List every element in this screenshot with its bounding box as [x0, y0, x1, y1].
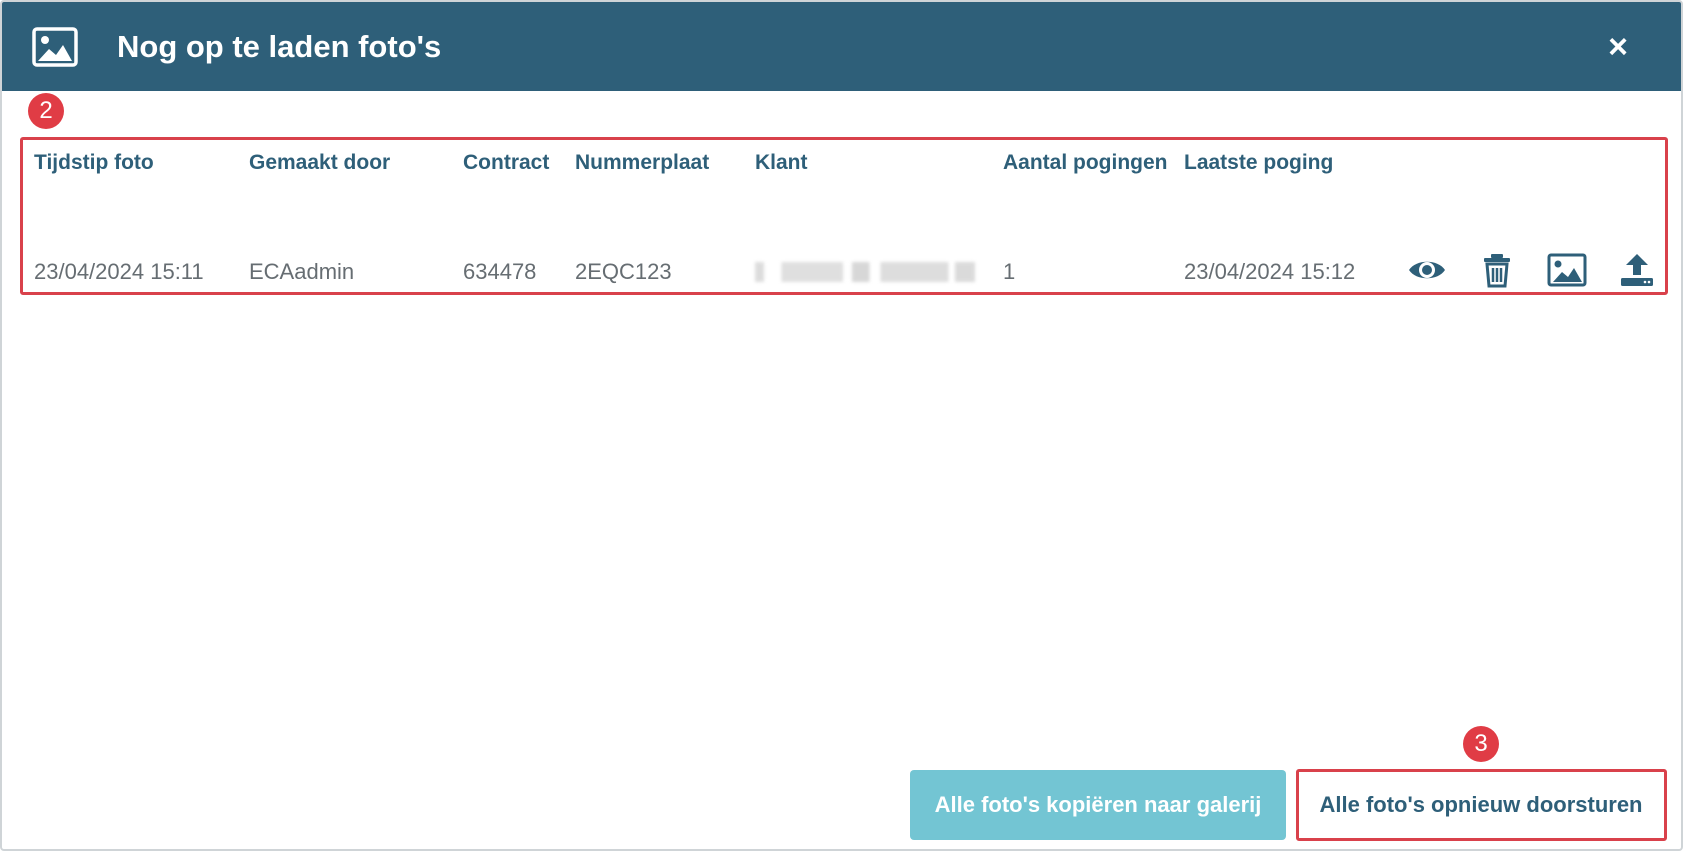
cell-klant-redacted	[755, 262, 975, 282]
column-header-tijdstip: Tijdstip foto	[34, 151, 154, 174]
copy-to-gallery-button[interactable]: Alle foto's kopiëren naar galerij	[910, 770, 1286, 840]
cell-aantal-pogingen: 1	[1003, 259, 1016, 284]
column-header-aantal-pogingen: Aantal pogingen	[1003, 151, 1168, 174]
column-header-klant: Klant	[755, 151, 808, 174]
dialog-header: Nog op te laden foto's ×	[2, 2, 1681, 91]
column-header-nummerplaat: Nummerplaat	[575, 151, 710, 174]
column-header-gemaakt-door: Gemaakt door	[249, 151, 391, 174]
resend-all-button[interactable]: Alle foto's opnieuw doorsturen	[1300, 773, 1662, 837]
column-header-contract: Contract	[463, 151, 550, 174]
cell-tijdstip: 23/04/2024 15:11	[34, 259, 204, 284]
annotation-badge-table: 2	[28, 93, 64, 129]
eye-icon[interactable]	[1407, 252, 1447, 288]
image-icon	[32, 27, 78, 67]
cell-laatste-poging: 23/04/2024 15:12	[1184, 259, 1356, 284]
column-header-laatste-poging: Laatste poging	[1184, 151, 1334, 174]
dialog-title: Nog op te laden foto's	[117, 29, 442, 64]
cell-contract: 634478	[463, 259, 537, 284]
upload-queue-dialog: Nog op te laden foto's × 2 Tijdstip foto…	[0, 0, 1683, 851]
annotation-badge-footer: 3	[1463, 726, 1499, 762]
cell-nummerplaat: 2EQC123	[575, 259, 672, 284]
cell-gemaakt-door: ECAadmin	[249, 259, 355, 284]
upload-icon[interactable]	[1617, 252, 1657, 288]
image-icon[interactable]	[1547, 252, 1587, 288]
close-icon[interactable]: ×	[1601, 30, 1635, 64]
trash-icon[interactable]	[1477, 252, 1517, 288]
